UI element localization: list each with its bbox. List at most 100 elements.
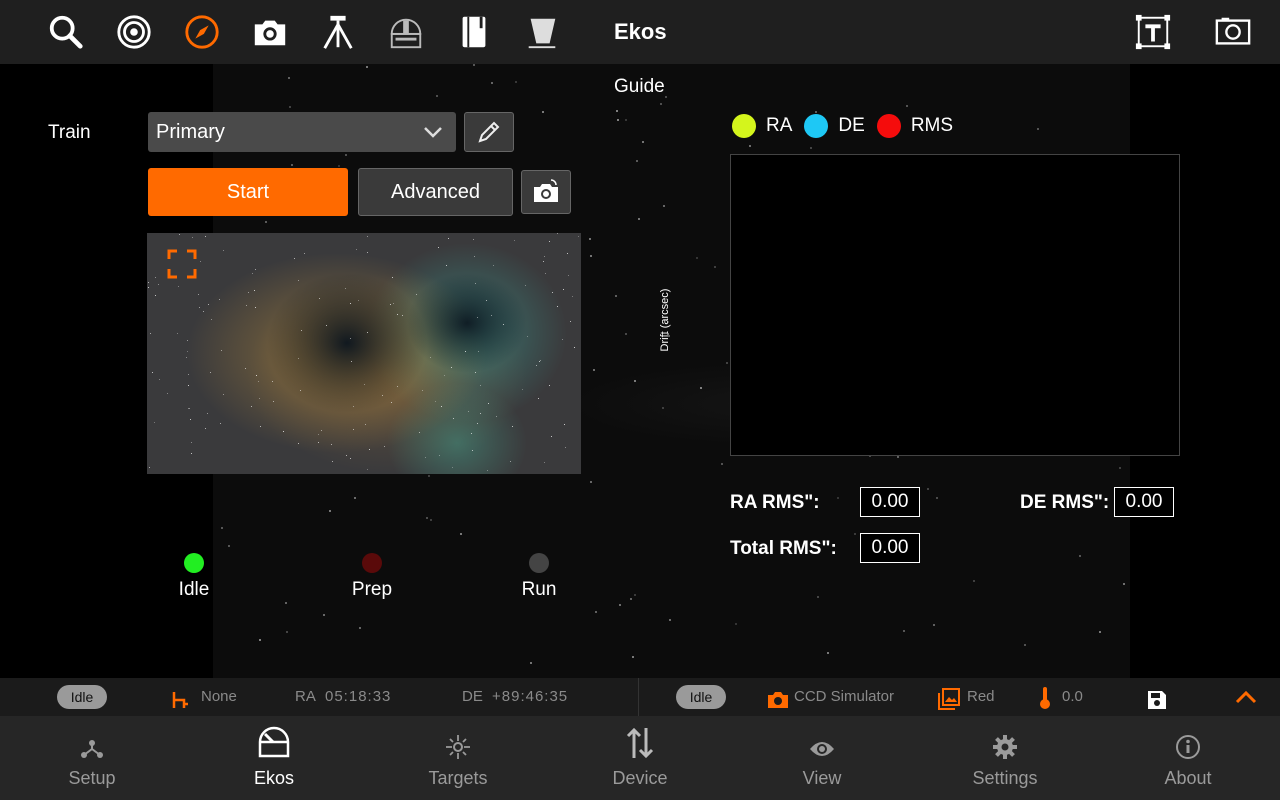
pencil-icon bbox=[478, 121, 500, 143]
nav-setup[interactable]: Setup bbox=[12, 716, 172, 800]
nav-view[interactable]: View bbox=[742, 716, 902, 800]
star bbox=[896, 455, 899, 458]
status-idle: Idle bbox=[170, 553, 218, 601]
star bbox=[438, 247, 440, 249]
star bbox=[198, 307, 200, 309]
star bbox=[210, 371, 212, 373]
star bbox=[426, 516, 429, 519]
de-rms-value: 0.00 bbox=[1114, 487, 1174, 517]
de-rms-label: DE RMS": bbox=[1020, 492, 1110, 513]
star bbox=[148, 466, 150, 468]
star bbox=[368, 449, 370, 451]
star bbox=[663, 204, 666, 207]
star bbox=[244, 368, 246, 370]
star bbox=[725, 362, 728, 365]
star bbox=[502, 324, 504, 326]
star bbox=[245, 305, 247, 307]
star bbox=[814, 110, 817, 113]
star bbox=[474, 372, 476, 374]
star bbox=[472, 238, 474, 240]
star bbox=[189, 419, 191, 421]
observatory-icon[interactable] bbox=[386, 12, 426, 52]
star bbox=[1119, 467, 1122, 470]
star bbox=[148, 281, 150, 283]
save-icon[interactable] bbox=[1147, 687, 1167, 709]
star bbox=[574, 347, 576, 349]
nav-setup-label: Setup bbox=[68, 768, 116, 788]
start-button[interactable]: Start bbox=[148, 168, 348, 216]
star bbox=[515, 80, 518, 83]
status-idle-dot bbox=[184, 553, 204, 573]
star bbox=[567, 252, 569, 254]
star bbox=[571, 296, 573, 298]
device-icon bbox=[626, 727, 654, 759]
drift-plot[interactable] bbox=[730, 154, 1180, 456]
nav-ekos-label: Ekos bbox=[253, 768, 295, 788]
star bbox=[383, 445, 385, 447]
star bbox=[748, 144, 751, 147]
nav-ekos[interactable]: Ekos bbox=[194, 716, 354, 800]
de-legend-dot bbox=[804, 114, 829, 138]
star bbox=[568, 275, 570, 277]
advanced-button[interactable]: Advanced bbox=[358, 168, 513, 216]
text-tool-icon[interactable] bbox=[1133, 12, 1173, 52]
status-run-dot bbox=[529, 553, 549, 573]
status-run: Run bbox=[515, 553, 563, 601]
star bbox=[428, 475, 431, 478]
star bbox=[204, 236, 206, 238]
star bbox=[401, 315, 403, 317]
star bbox=[290, 163, 293, 166]
star bbox=[514, 240, 516, 242]
expand-up-icon[interactable] bbox=[1235, 686, 1257, 708]
compass-icon[interactable] bbox=[182, 12, 222, 52]
star bbox=[445, 264, 447, 266]
star bbox=[1024, 644, 1027, 647]
star bbox=[381, 394, 383, 396]
notebook-icon[interactable] bbox=[454, 12, 494, 52]
tripod-icon[interactable] bbox=[318, 12, 358, 52]
star bbox=[476, 316, 478, 318]
star bbox=[550, 436, 552, 438]
star bbox=[301, 329, 303, 331]
star bbox=[616, 118, 619, 121]
search-icon[interactable] bbox=[46, 12, 86, 52]
star bbox=[355, 248, 357, 250]
star bbox=[221, 349, 223, 351]
star bbox=[349, 458, 351, 460]
star bbox=[549, 241, 551, 243]
star bbox=[187, 351, 188, 353]
star bbox=[255, 374, 257, 376]
nav-settings[interactable]: Settings bbox=[925, 716, 1085, 800]
star bbox=[561, 338, 563, 340]
capture-button[interactable] bbox=[521, 170, 571, 214]
flat-panel-icon[interactable] bbox=[522, 12, 562, 52]
star bbox=[487, 403, 489, 405]
train-select[interactable]: Primary bbox=[148, 112, 456, 152]
camera-icon[interactable] bbox=[250, 12, 290, 52]
screenshot-icon[interactable] bbox=[1213, 12, 1253, 52]
star bbox=[524, 284, 526, 286]
star bbox=[713, 266, 716, 269]
star bbox=[293, 258, 295, 260]
nav-device[interactable]: Device bbox=[560, 716, 720, 800]
star bbox=[330, 443, 332, 445]
star bbox=[512, 426, 514, 428]
star bbox=[367, 251, 369, 253]
star bbox=[479, 413, 481, 415]
star bbox=[207, 303, 209, 305]
nav-targets-label: Targets bbox=[428, 768, 488, 788]
fullscreen-icon[interactable] bbox=[167, 249, 197, 279]
star bbox=[1036, 128, 1039, 131]
nav-targets[interactable]: Targets bbox=[378, 716, 538, 800]
star bbox=[1099, 631, 1102, 634]
star bbox=[257, 381, 259, 383]
star bbox=[158, 283, 160, 285]
train-value: Primary bbox=[156, 121, 225, 143]
target-icon[interactable] bbox=[114, 12, 154, 52]
star bbox=[478, 350, 480, 352]
star bbox=[443, 375, 445, 377]
star bbox=[734, 623, 737, 626]
nav-about[interactable]: About bbox=[1108, 716, 1268, 800]
ra-rms-value: 0.00 bbox=[860, 487, 920, 517]
edit-train-button[interactable] bbox=[464, 112, 514, 152]
